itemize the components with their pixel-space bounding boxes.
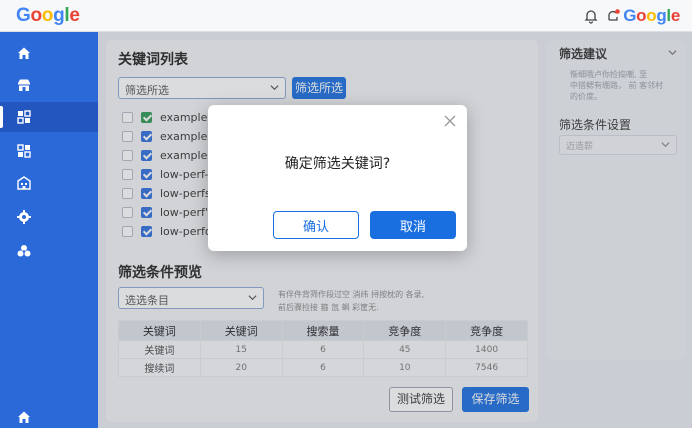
confirm-dialog: 确定筛选关键词? 确认 取消	[208, 105, 467, 251]
grid-icon	[17, 110, 31, 124]
apps-icon	[17, 144, 31, 158]
sidebar	[0, 32, 98, 428]
notification-icon[interactable]	[605, 8, 621, 24]
sidebar-item-cluster[interactable]	[0, 236, 98, 266]
google-logo-right[interactable]: Google	[623, 6, 680, 26]
sidebar-item-home-bottom[interactable]	[0, 402, 98, 428]
dialog-title: 确定筛选关键词?	[284, 156, 391, 172]
close-icon[interactable]	[443, 114, 457, 128]
building-icon	[17, 176, 31, 190]
home-icon	[18, 47, 30, 59]
sidebar-item-store[interactable]	[0, 70, 98, 100]
sidebar-item-grid[interactable]	[0, 102, 98, 132]
sidebar-item-building[interactable]	[0, 168, 98, 198]
cluster-icon	[17, 245, 31, 257]
google-logo[interactable]: Google	[16, 5, 80, 27]
confirm-button[interactable]: 确认	[273, 211, 359, 239]
home-bottom-icon	[18, 411, 30, 423]
sidebar-item-home[interactable]	[0, 38, 98, 68]
sidebar-item-apps[interactable]	[0, 136, 98, 166]
bell-icon[interactable]	[583, 8, 599, 24]
top-bar: Google Google	[0, 0, 692, 32]
settings-icon	[17, 210, 31, 224]
cancel-button[interactable]: 取消	[370, 211, 456, 239]
sidebar-item-settings[interactable]	[0, 202, 98, 232]
store-icon	[18, 79, 30, 91]
